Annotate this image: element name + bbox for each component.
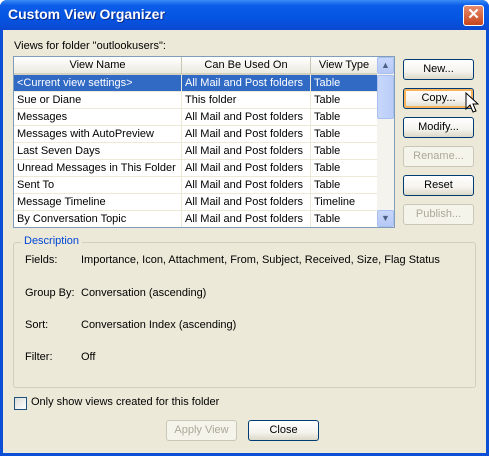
cell-can-be-used-on: All Mail and Post folders (182, 143, 311, 159)
table-row[interactable]: Unread Messages in This Folder All Mail a… (14, 160, 378, 177)
modify-button[interactable]: Modify... (403, 117, 474, 138)
reset-button[interactable]: Reset (403, 175, 474, 196)
cell-can-be-used-on: All Mail and Post folders (182, 75, 311, 91)
only-show-views-checkbox[interactable] (14, 397, 27, 410)
cell-view-name: Sue or Diane (14, 92, 182, 108)
cell-can-be-used-on: All Mail and Post folders (182, 194, 311, 210)
window-title: Custom View Organizer (8, 6, 165, 22)
cell-can-be-used-on: All Mail and Post folders (182, 177, 311, 193)
fields-value: Importance, Icon, Attachment, From, Subj… (81, 254, 440, 266)
copy-button[interactable]: Copy... (403, 88, 474, 109)
cell-view-type: Table (311, 75, 378, 91)
vertical-scrollbar[interactable]: ▲ ▼ (377, 57, 394, 227)
table-row[interactable]: Messages All Mail and Post folders Table (14, 109, 378, 126)
table-row[interactable]: Messages with AutoPreview All Mail and Po… (14, 126, 378, 143)
sort-value: Conversation Index (ascending) (81, 319, 237, 331)
table-row[interactable]: <Current view settings> All Mail and Post… (14, 75, 378, 92)
cell-can-be-used-on: This folder (182, 92, 311, 108)
cell-view-type: Table (311, 92, 378, 108)
publish-button[interactable]: Publish... (403, 204, 474, 225)
mouse-pointer-icon (465, 92, 479, 113)
scrollbar-thumb[interactable] (377, 75, 394, 119)
description-legend: Description (21, 235, 83, 247)
filter-label: Filter: (25, 351, 53, 363)
chevron-down-icon: ▼ (381, 213, 390, 223)
cell-can-be-used-on: All Mail and Post folders (182, 109, 311, 125)
sort-label: Sort: (25, 319, 49, 331)
list-header: View Name Can Be Used On View Type (14, 57, 378, 75)
scroll-down-button[interactable]: ▼ (377, 210, 394, 227)
views-for-folder-label: Views for folder "outlookusers": (14, 40, 166, 52)
dialog-window: Custom View Organizer ✕ Views for folder… (0, 0, 489, 456)
cell-view-type: Table (311, 160, 378, 176)
cell-view-type: Table (311, 109, 378, 125)
chevron-up-icon: ▲ (381, 60, 390, 70)
group-by-value: Conversation (ascending) (81, 287, 207, 299)
rename-button[interactable]: Rename... (403, 146, 474, 167)
close-icon: ✕ (467, 6, 480, 23)
cell-can-be-used-on: All Mail and Post folders (182, 126, 311, 142)
table-row[interactable]: Message Timeline All Mail and Post folder… (14, 194, 378, 211)
close-window-button[interactable]: ✕ (463, 5, 484, 26)
cell-view-type: Table (311, 143, 378, 159)
cell-view-name: Messages (14, 109, 182, 125)
cell-view-type: Table (311, 211, 378, 227)
cell-view-type: Table (311, 177, 378, 193)
cell-can-be-used-on: All Mail and Post folders (182, 211, 311, 227)
column-header-can-be-used-on[interactable]: Can Be Used On (182, 57, 311, 75)
cell-view-name: Messages with AutoPreview (14, 126, 182, 142)
cell-view-name: Message Timeline (14, 194, 182, 210)
cell-view-type: Timeline (311, 194, 378, 210)
table-row[interactable]: Sue or Diane This folder Table (14, 92, 378, 109)
filter-value: Off (81, 351, 96, 363)
apply-view-button[interactable]: Apply View (166, 420, 237, 441)
cell-can-be-used-on: All Mail and Post folders (182, 160, 311, 176)
fields-label: Fields: (25, 254, 58, 266)
list-rows: <Current view settings> All Mail and Post… (14, 75, 378, 227)
column-header-view-type[interactable]: View Type (311, 57, 378, 75)
cell-view-name: Last Seven Days (14, 143, 182, 159)
table-row[interactable]: By Conversation Topic All Mail and Post f… (14, 211, 378, 227)
views-list[interactable]: View Name Can Be Used On View Type <Curr… (13, 56, 395, 228)
title-bar[interactable]: Custom View Organizer ✕ (0, 0, 489, 30)
cell-view-type: Table (311, 126, 378, 142)
table-row[interactable]: Sent To All Mail and Post folders Table (14, 177, 378, 194)
table-row[interactable]: Last Seven Days All Mail and Post folders… (14, 143, 378, 160)
cell-view-name: <Current view settings> (14, 75, 182, 91)
column-header-view-name[interactable]: View Name (14, 57, 182, 75)
cell-view-name: Unread Messages in This Folder (14, 160, 182, 176)
cell-view-name: By Conversation Topic (14, 211, 182, 227)
scroll-up-button[interactable]: ▲ (377, 57, 394, 74)
new-button[interactable]: New... (403, 59, 474, 80)
close-button[interactable]: Close (248, 420, 319, 441)
group-by-label: Group By: (25, 287, 75, 299)
cell-view-name: Sent To (14, 177, 182, 193)
dialog-client-area: Views for folder "outlookusers": View Na… (3, 30, 486, 453)
only-show-views-label[interactable]: Only show views created for this folder (31, 396, 219, 408)
